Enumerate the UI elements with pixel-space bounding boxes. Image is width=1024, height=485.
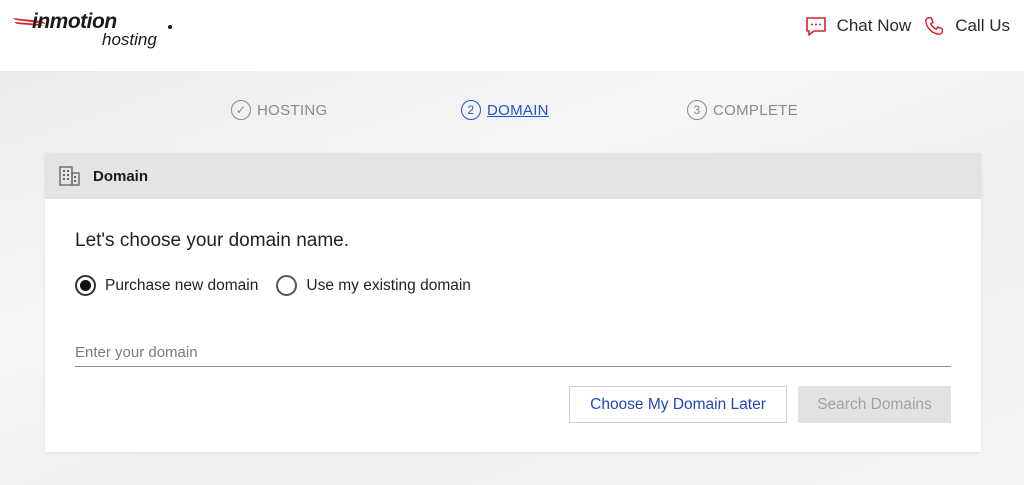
use-existing-domain-radio[interactable]: Use my existing domain [276, 275, 471, 296]
chat-now-link[interactable]: Chat Now [805, 14, 912, 38]
chat-now-label: Chat Now [836, 16, 912, 35]
step-hosting[interactable]: ✓ HOSTING [231, 100, 327, 120]
header-actions: Chat Now Call Us [805, 10, 1010, 42]
phone-icon [925, 17, 944, 35]
purchase-new-domain-radio[interactable]: Purchase new domain [75, 275, 258, 296]
step-domain-label: DOMAIN [487, 101, 549, 119]
step-number-2-icon: 2 [461, 100, 481, 120]
chat-bubble-icon [805, 17, 826, 36]
domain-card: Domain Let's choose your domain name. Pu… [45, 153, 981, 452]
radio-selected-icon [75, 275, 96, 296]
inmotion-hosting-logo[interactable]: inmotion hosting [12, 10, 172, 54]
logo-sub-text: hosting [102, 30, 157, 49]
building-icon [59, 166, 80, 186]
domain-prompt: Let's choose your domain name. [75, 230, 350, 251]
use-existing-domain-label: Use my existing domain [306, 276, 471, 294]
step-complete: 3 COMPLETE [687, 100, 798, 120]
step-domain[interactable]: 2 DOMAIN [461, 100, 549, 120]
search-domains-button[interactable]: Search Domains [798, 386, 951, 423]
domain-card-header: Domain [45, 153, 981, 199]
domain-card-title: Domain [93, 167, 149, 185]
site-header: inmotion hosting Chat Now Call Us [0, 0, 1024, 71]
call-us-label: Call Us [955, 16, 1010, 35]
logo-dot [168, 25, 172, 29]
step-number-3-icon: 3 [687, 100, 707, 120]
call-us-link[interactable]: Call Us [923, 15, 1010, 37]
choose-domain-later-button[interactable]: Choose My Domain Later [569, 386, 787, 423]
checkout-stepper: ✓ HOSTING 2 DOMAIN 3 COMPLETE [0, 100, 1024, 124]
step-complete-label: COMPLETE [713, 101, 798, 119]
radio-unselected-icon [276, 275, 298, 296]
domain-search-input[interactable] [75, 339, 951, 367]
step-hosting-label: HOSTING [257, 101, 328, 119]
purchase-new-domain-label: Purchase new domain [105, 276, 259, 294]
check-circle-icon: ✓ [231, 100, 251, 120]
domain-option-group: Purchase new domain Use my existing doma… [75, 275, 489, 296]
